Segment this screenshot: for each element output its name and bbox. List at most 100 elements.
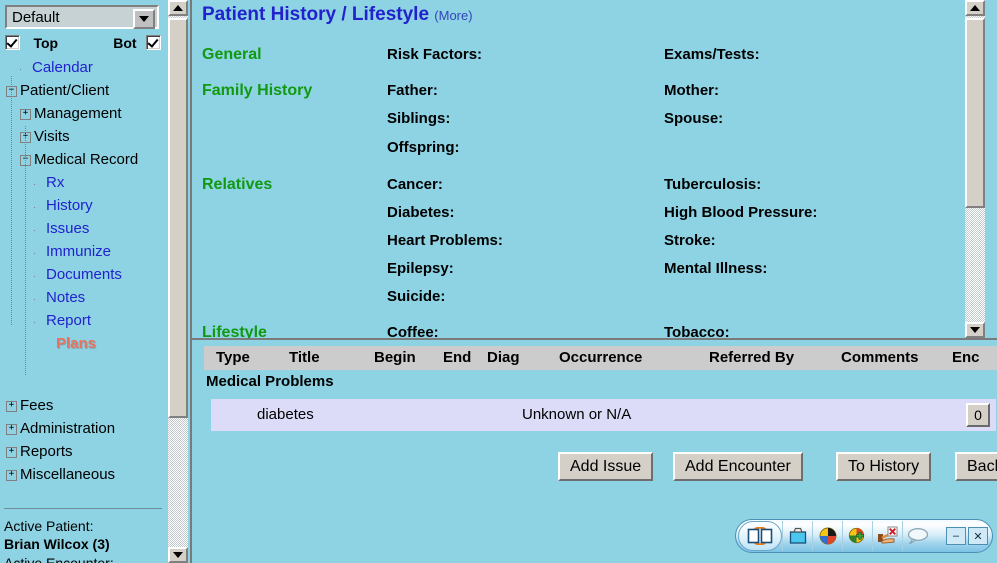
history-scrollbar[interactable] bbox=[965, 0, 985, 338]
history-field-label: Heart Problems: bbox=[387, 232, 503, 249]
expand-icon[interactable]: + bbox=[6, 400, 17, 412]
column-header-referred by[interactable]: Referred By bbox=[709, 349, 794, 366]
history-scroll-thumb[interactable] bbox=[965, 18, 985, 208]
sidebar-item-fees[interactable]: + Fees bbox=[0, 394, 166, 417]
expand-icon[interactable]: + bbox=[6, 446, 17, 458]
column-header-occurrence[interactable]: Occurrence bbox=[559, 349, 642, 366]
column-header-diag[interactable]: Diag bbox=[487, 349, 520, 366]
history-field-label: Tuberculosis: bbox=[664, 176, 762, 193]
sidebar-item-label: Medical Record bbox=[34, 151, 139, 168]
sidebar-scroll-down-button[interactable] bbox=[168, 547, 188, 563]
cell-title: diabetes bbox=[257, 406, 314, 423]
sidebar-item-label: Plans bbox=[56, 335, 97, 352]
floating-toolbar: – ✕ bbox=[735, 519, 993, 553]
expand-icon[interactable]: + bbox=[20, 108, 31, 120]
table-header-row: Type Title Begin End Diag Occurrence Referred … bbox=[204, 346, 997, 370]
browser-windows-icon[interactable] bbox=[738, 521, 782, 551]
sidebar-scroll-thumb[interactable] bbox=[168, 18, 188, 418]
sidebar-item-label: Visits bbox=[34, 128, 70, 145]
history-field-label: Exams/Tests: bbox=[664, 46, 760, 63]
arrow-up-icon bbox=[173, 5, 183, 11]
sidebar-item-label: Patient/Client bbox=[20, 82, 110, 99]
encounter-count-button[interactable]: 0 bbox=[966, 403, 990, 427]
page-title: Patient History / Lifestyle (More) bbox=[202, 4, 473, 26]
bot-toggle[interactable]: Bot bbox=[113, 34, 161, 52]
sidebar-item-calendar[interactable]: Calendar bbox=[0, 56, 166, 79]
tree-connector-icon bbox=[20, 63, 29, 73]
to history-button[interactable]: To History bbox=[836, 452, 932, 481]
history-scroll-down-button[interactable] bbox=[965, 322, 985, 338]
add-person-icon[interactable] bbox=[842, 521, 872, 551]
active-encounter-label: Active Encounter: bbox=[4, 555, 114, 563]
tree-connector-icon bbox=[34, 224, 43, 234]
nav-tree-upper: Calendar −Patient/Client+Management+Visit… bbox=[0, 56, 166, 376]
speech-bubble-icon[interactable] bbox=[902, 521, 932, 551]
history-scroll-up-button[interactable] bbox=[965, 0, 985, 16]
column-header-comments[interactable]: Comments bbox=[841, 349, 919, 366]
bot-checkbox[interactable] bbox=[146, 35, 161, 51]
view-select-control[interactable]: Default bbox=[5, 5, 159, 29]
view-select[interactable]: Default bbox=[5, 5, 159, 29]
history-field-label: Epilepsy: bbox=[387, 260, 454, 277]
sidebar-scroll-up-button[interactable] bbox=[168, 0, 188, 16]
table-group-label: Medical Problems bbox=[206, 373, 334, 390]
sidebar-scrollbar[interactable] bbox=[168, 0, 188, 563]
expand-icon[interactable]: + bbox=[6, 469, 17, 481]
column-header-title[interactable]: Title bbox=[289, 349, 320, 366]
tree-connector-icon bbox=[34, 178, 43, 188]
close-button[interactable]: ✕ bbox=[968, 527, 988, 545]
history-field-label: Stroke: bbox=[664, 232, 716, 249]
arrow-down-icon bbox=[173, 552, 183, 558]
history-field-label: Diabetes: bbox=[387, 204, 455, 221]
expand-icon[interactable]: + bbox=[6, 423, 17, 435]
add encounter-button[interactable]: Add Encounter bbox=[673, 452, 803, 481]
top-checkbox[interactable] bbox=[5, 35, 20, 51]
history-field-label: Offspring: bbox=[387, 139, 460, 156]
sidebar-item-label: Reports bbox=[20, 443, 73, 460]
sidebar-item-label: History bbox=[46, 197, 93, 214]
sidebar-item-administration[interactable]: + Administration bbox=[0, 417, 166, 440]
active-patient-label: Active Patient: bbox=[4, 518, 94, 534]
sidebar-item-label: Rx bbox=[46, 174, 65, 191]
action-button-row: Add Issue Add Encounter To History Back bbox=[192, 452, 997, 482]
tree-connector-icon bbox=[34, 316, 43, 326]
history-field-label: Tobacco: bbox=[664, 324, 730, 338]
history-field-label: Mother: bbox=[664, 82, 719, 99]
hand-stop-delete-icon[interactable] bbox=[872, 521, 902, 551]
sidebar-item-miscellaneous[interactable]: + Miscellaneous bbox=[0, 463, 166, 486]
history-field-label: Father: bbox=[387, 82, 438, 99]
more-link[interactable]: (More) bbox=[434, 8, 472, 23]
sidebar-item-reports[interactable]: + Reports bbox=[0, 440, 166, 463]
clipboard-icon[interactable] bbox=[782, 521, 812, 551]
tree-connector-icon bbox=[34, 201, 43, 211]
sidebar-item-label: Calendar bbox=[32, 59, 93, 76]
column-header-type[interactable]: Type bbox=[216, 349, 250, 366]
history-field-label: High Blood Pressure: bbox=[664, 204, 818, 221]
sidebar-item-patient-client[interactable]: −Patient/Client bbox=[0, 79, 166, 102]
chevron-down-icon[interactable] bbox=[133, 9, 155, 29]
history-field-label: Coffee: bbox=[387, 324, 439, 338]
history-section-relatives: Relatives bbox=[202, 176, 273, 193]
top-toggle[interactable]: Top bbox=[5, 34, 58, 52]
top-toggle-label: Top bbox=[33, 34, 59, 51]
sidebar-divider bbox=[4, 508, 162, 509]
column-header-enc[interactable]: Enc bbox=[952, 349, 980, 366]
history-field-label: Suicide: bbox=[387, 288, 446, 305]
tree-guide-line bbox=[11, 76, 12, 326]
page-title-text: Patient History / Lifestyle bbox=[202, 4, 430, 25]
sidebar-item-label: Miscellaneous bbox=[20, 466, 116, 483]
history-field-label: Risk Factors: bbox=[387, 46, 483, 63]
tree-connector-icon bbox=[34, 247, 43, 257]
back-button[interactable]: Back bbox=[955, 452, 997, 481]
column-header-begin[interactable]: Begin bbox=[374, 349, 416, 366]
add issue-button[interactable]: Add Issue bbox=[558, 452, 654, 481]
application-window: Default Top Bot Calendar−Patient/Client+… bbox=[0, 0, 997, 563]
table-row[interactable]: diabetes Unknown or N/A 0 bbox=[211, 399, 996, 431]
minimize-button[interactable]: – bbox=[946, 527, 966, 545]
history-field-label: Siblings: bbox=[387, 110, 451, 127]
sidebar-item-management[interactable]: + Management bbox=[0, 102, 166, 125]
column-header-end[interactable]: End bbox=[443, 349, 471, 366]
bot-toggle-label: Bot bbox=[113, 34, 137, 51]
people-group-icon[interactable] bbox=[812, 521, 842, 551]
